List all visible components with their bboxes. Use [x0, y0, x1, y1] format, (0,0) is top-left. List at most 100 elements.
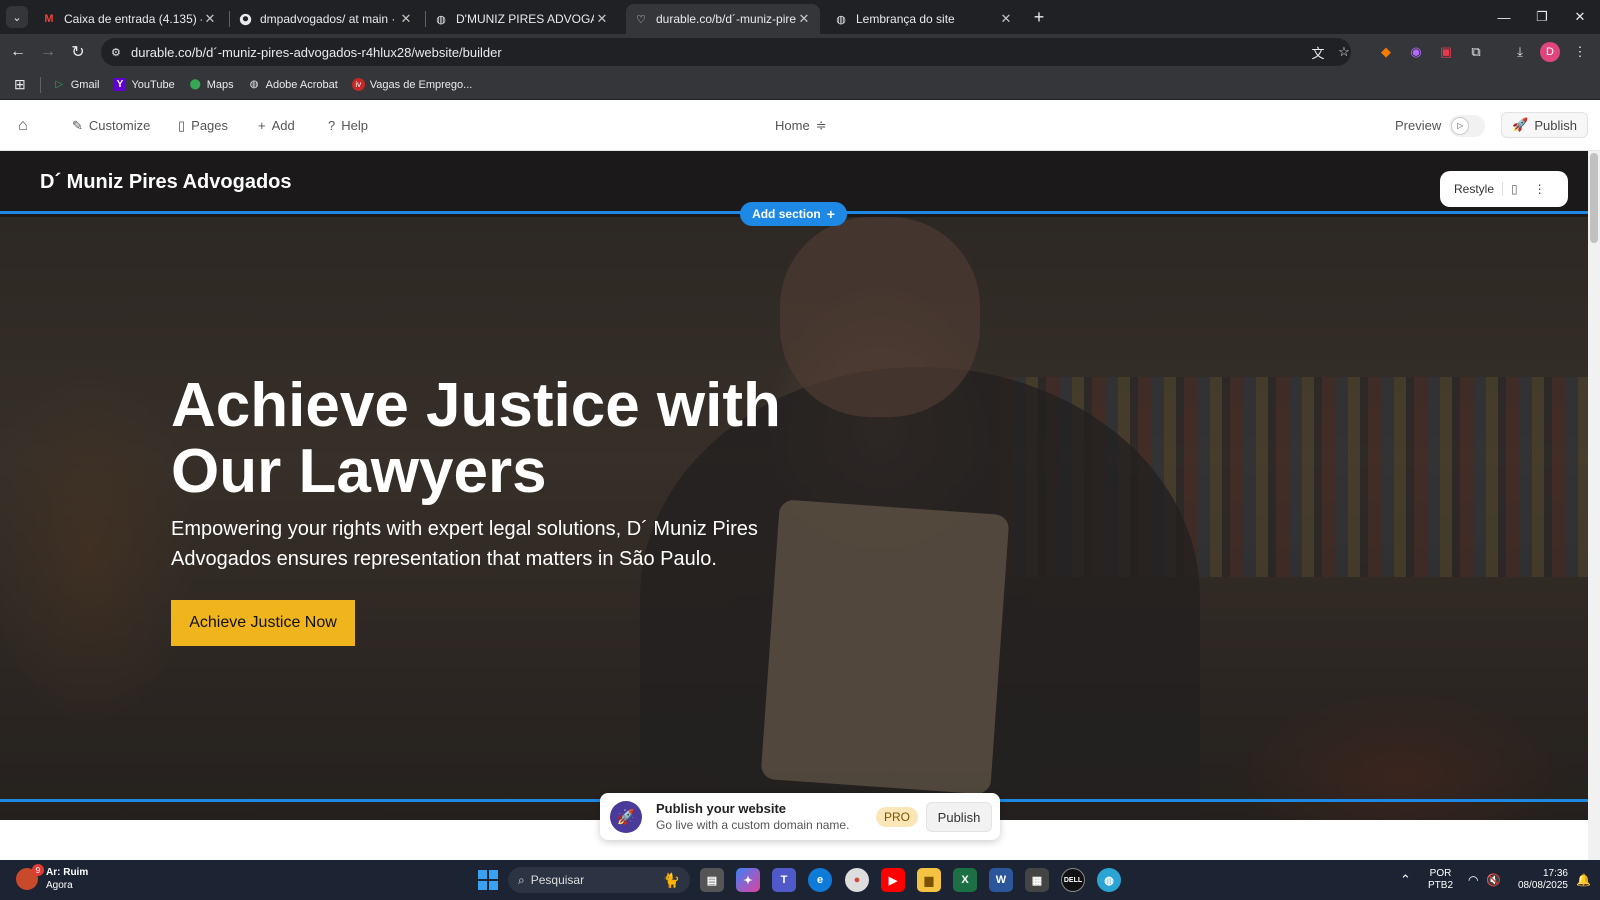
dell-icon[interactable]: DELL — [1061, 868, 1085, 892]
help-label: Help — [341, 118, 368, 133]
plus-icon: + — [826, 206, 835, 222]
tab-github[interactable]: dmpadvogados/ at main · danni ✕ — [230, 4, 422, 34]
address-bar[interactable]: ⚙ durable.co/b/d´-muniz-pires-advogados-… — [101, 38, 1351, 66]
close-window-icon[interactable]: ✕ — [1562, 0, 1598, 34]
site-brand[interactable]: D´ Muniz Pires Advogados — [40, 171, 292, 194]
bookmark-label: Gmail — [70, 78, 100, 91]
scrollbar-thumb[interactable] — [1590, 153, 1598, 243]
pocket-icon[interactable]: ▣ — [1436, 42, 1456, 62]
language-indicator[interactable]: POR PTB2 — [1428, 860, 1453, 900]
customize-button[interactable]: ✎ Customize — [72, 100, 150, 151]
clock[interactable]: 17:36 08/08/2025 — [1510, 860, 1568, 900]
close-tab-icon[interactable]: ✕ — [796, 11, 812, 27]
tab-durable-builder[interactable]: ♡ durable.co/b/d´-muniz-pires-ad ✕ — [626, 4, 820, 34]
hero-title[interactable]: Achieve Justice with Our Lawyers — [171, 373, 811, 505]
search-placeholder: Pesquisar — [530, 873, 585, 887]
close-tab-icon[interactable]: ✕ — [998, 11, 1014, 27]
rocket-icon: 🚀 — [610, 800, 642, 833]
page-scrollbar[interactable] — [1588, 151, 1600, 860]
reload-icon[interactable]: ↻ — [65, 39, 91, 65]
gmail-icon: ▷ — [55, 79, 64, 90]
forward-icon[interactable]: → — [35, 39, 61, 65]
cta-button[interactable]: Achieve Justice Now — [171, 600, 355, 646]
translate-icon[interactable]: 文 — [1308, 42, 1328, 62]
add-section-button[interactable]: Add section + — [740, 202, 847, 226]
bookmark-label: YouTube — [131, 78, 175, 91]
yahoo-icon: Y — [113, 78, 127, 91]
layout-icon[interactable]: ▯ — [1511, 182, 1518, 196]
apps-grid-icon[interactable]: ⊞ — [14, 76, 26, 93]
youtube-icon[interactable]: ▶ — [881, 868, 905, 892]
excel-icon[interactable]: X — [953, 868, 977, 892]
tab-title: durable.co/b/d´-muniz-pires-ad — [656, 12, 796, 26]
url-text: durable.co/b/d´-muniz-pires-advogados-r4… — [131, 44, 502, 60]
windows-start-icon[interactable] — [478, 870, 498, 890]
publish-button[interactable]: 🚀 Publish — [1501, 112, 1588, 138]
word-icon[interactable]: W — [989, 868, 1013, 892]
bookmark-vagas[interactable]: iv Vagas de Emprego... — [351, 78, 472, 91]
preview-control[interactable]: Preview ▷ — [1395, 100, 1486, 151]
wifi-icon[interactable]: ◠ — [1468, 860, 1478, 900]
preview-toggle[interactable]: ▷ — [1449, 114, 1486, 137]
bookmark-label: Adobe Acrobat — [265, 78, 338, 91]
menu-dots-icon[interactable]: ⋮ — [1570, 42, 1590, 62]
brush-icon: ✎ — [72, 117, 83, 133]
close-tab-icon[interactable]: ✕ — [398, 11, 414, 27]
site-info-icon[interactable]: ⚙ — [111, 46, 125, 59]
store-icon[interactable]: ▦ — [1025, 868, 1049, 892]
more-options-icon[interactable]: ⋮ — [1534, 182, 1546, 196]
bookmark-label: Maps — [206, 78, 234, 91]
profile-avatar[interactable]: D — [1540, 42, 1560, 62]
tab-lembranca[interactable]: ◍ Lembrança do site ✕ — [826, 4, 1022, 34]
tab-gmail[interactable]: M Caixa de entrada (4.135) - danni ✕ — [34, 4, 226, 34]
bookmark-gmail[interactable]: ▷ Gmail — [53, 78, 100, 91]
taskbar-search[interactable]: ⌕ Pesquisar 🐈 — [508, 867, 690, 893]
close-tab-icon[interactable]: ✕ — [202, 11, 218, 27]
github-icon — [238, 12, 252, 26]
extension-purple-icon[interactable]: ◉ — [1406, 42, 1426, 62]
search-highlight-icon: 🐈 — [662, 871, 680, 888]
task-view-icon[interactable]: ▤ — [700, 868, 724, 892]
downloads-icon[interactable]: ⤓ — [1510, 42, 1530, 62]
close-tab-icon[interactable]: ✕ — [594, 11, 610, 27]
add-button[interactable]: + Add — [258, 100, 295, 151]
copilot-icon[interactable]: ✦ — [736, 868, 760, 892]
tray-overflow-icon[interactable]: ⌃ — [1400, 860, 1411, 900]
volume-muted-icon[interactable]: 🔇 — [1486, 860, 1501, 900]
home-icon[interactable]: ⌂ — [18, 100, 28, 151]
bookmark-adobe-acrobat[interactable]: ◍ Adobe Acrobat — [248, 78, 338, 91]
globe-app-icon[interactable]: ◍ — [1097, 868, 1121, 892]
publish-banner-subtitle: Go live with a custom domain name. — [656, 818, 850, 832]
notifications-icon[interactable]: 🔔 — [1576, 860, 1591, 900]
bookmark-star-icon[interactable]: ☆ — [1334, 42, 1354, 62]
edge-icon[interactable]: e — [808, 868, 832, 892]
restore-icon[interactable]: ❐ — [1524, 0, 1560, 34]
extension-fox-icon[interactable]: ◆ — [1376, 42, 1396, 62]
browser-tab-strip: ⌄ M Caixa de entrada (4.135) - danni ✕ d… — [0, 0, 1600, 34]
pages-label: Pages — [191, 118, 229, 133]
hero-section[interactable]: Achieve Justice with Our Lawyers Empower… — [0, 217, 1588, 820]
builder-toolbar: ⌂ ✎ Customize ▯ Pages + Add ? Help Home ≑ Pre… — [0, 100, 1600, 151]
extensions-puzzle-icon[interactable]: ⧉ — [1466, 42, 1486, 62]
bookmark-youtube[interactable]: Y YouTube — [113, 78, 175, 91]
back-icon[interactable]: ← — [5, 39, 31, 65]
hero-subtitle[interactable]: Empowering your rights with expert legal… — [171, 514, 771, 574]
tab-dmuniz-site[interactable]: ◍ D'MUNIZ PIRES ADVOGADOS ✕ — [426, 4, 618, 34]
weather-widget[interactable]: 9 Ar: Ruim Agora — [16, 864, 89, 892]
new-tab-button[interactable]: + — [1028, 6, 1050, 28]
file-explorer-icon[interactable]: ▆ — [917, 868, 941, 892]
restyle-button[interactable]: Restyle — [1454, 182, 1494, 196]
weather-subtitle: Agora — [46, 880, 73, 891]
banner-publish-button[interactable]: Publish — [926, 802, 992, 832]
weather-title: Ar: Ruim — [46, 867, 89, 878]
keyboard-layout-label: PTB2 — [1428, 880, 1454, 891]
teams-icon[interactable]: T — [772, 868, 796, 892]
chrome-icon[interactable]: ● — [845, 868, 869, 892]
bookmark-maps[interactable]: ⬤ Maps — [189, 78, 234, 91]
help-button[interactable]: ? Help — [328, 100, 368, 151]
preview-label: Preview — [1395, 118, 1442, 133]
minimize-icon[interactable]: — — [1486, 0, 1522, 34]
pages-button[interactable]: ▯ Pages — [178, 100, 228, 151]
tab-search-icon[interactable]: ⌄ — [6, 6, 28, 28]
page-selector[interactable]: Home ≑ — [775, 100, 833, 151]
